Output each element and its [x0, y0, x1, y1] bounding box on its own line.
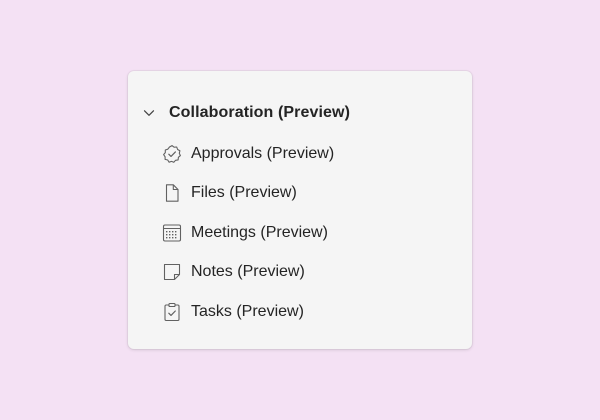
approvals-icon — [162, 144, 182, 164]
item-label: Files (Preview) — [191, 184, 297, 202]
note-icon — [162, 262, 182, 282]
item-approvals[interactable]: Approvals (Preview) — [162, 134, 452, 174]
item-label: Notes (Preview) — [191, 263, 305, 281]
file-icon — [162, 183, 182, 203]
item-label: Meetings (Preview) — [191, 223, 328, 241]
item-notes[interactable]: Notes (Preview) — [162, 253, 452, 293]
chevron-down-icon[interactable] — [142, 106, 156, 120]
collaboration-panel: Collaboration (Preview) Approvals (Previ… — [128, 71, 472, 349]
item-label: Approvals (Preview) — [191, 144, 335, 162]
item-tasks[interactable]: Tasks (Preview) — [162, 292, 452, 332]
item-meetings[interactable]: Meetings (Preview) — [162, 213, 452, 253]
item-files[interactable]: Files (Preview) — [162, 174, 452, 214]
tasks-icon — [162, 302, 182, 322]
calendar-icon — [162, 223, 182, 243]
collaboration-group-header[interactable]: Collaboration (Preview) — [142, 98, 350, 128]
group-title: Collaboration (Preview) — [169, 104, 350, 121]
item-label: Tasks (Preview) — [191, 302, 304, 320]
page: Collaboration (Preview) Approvals (Previ… — [0, 0, 600, 420]
item-list: Approvals (Preview) Files (Preview) Meet… — [162, 134, 452, 332]
